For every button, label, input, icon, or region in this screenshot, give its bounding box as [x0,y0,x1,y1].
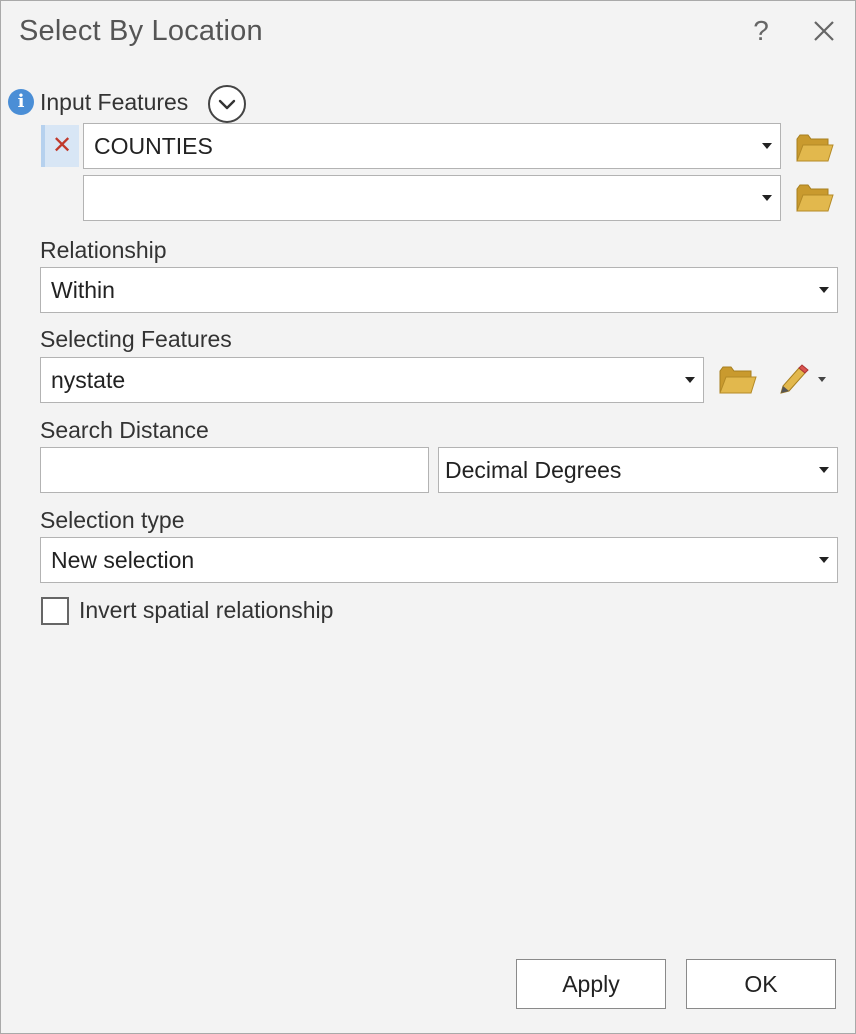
relationship-value: Within [51,276,115,303]
expand-input-features-button[interactable] [208,85,246,123]
distance-unit-select[interactable]: Decimal Degrees [438,447,838,493]
selecting-features-value: nystate [51,366,126,393]
select-by-location-dialog: Select By Location ? i Input Features ✕ … [0,0,856,1034]
chevron-down-icon [819,557,829,563]
chevron-down-icon [762,195,772,201]
help-button[interactable]: ? [747,13,775,49]
selecting-features-combo[interactable]: nystate [40,357,704,403]
distance-unit-value: Decimal Degrees [445,456,622,483]
pencil-icon[interactable] [777,363,827,397]
input-features-label: Input Features [40,89,189,115]
remove-input-row-button[interactable]: ✕ [41,125,79,167]
selection-type-value: New selection [51,546,195,573]
folder-icon[interactable] [796,183,834,213]
invert-checkbox[interactable] [41,597,69,625]
input-features-combo-2[interactable] [83,175,781,221]
dialog-title: Select By Location [19,15,263,47]
chevron-down-icon [685,377,695,383]
folder-icon[interactable] [796,133,834,163]
selection-type-select[interactable]: New selection [40,537,838,583]
input-features-combo-1[interactable]: COUNTIES [83,123,781,169]
input-features-value-1: COUNTIES [94,132,213,159]
close-icon [814,21,834,41]
chevron-down-icon [762,143,772,149]
chevron-down-icon [819,467,829,473]
selecting-features-label: Selecting Features [40,326,232,352]
remove-icon: ✕ [51,132,73,159]
chevron-down-icon [218,99,236,110]
info-icon[interactable]: i [8,89,34,115]
close-button[interactable] [807,13,841,49]
relationship-label: Relationship [40,237,167,263]
search-distance-input[interactable] [40,447,429,493]
folder-icon[interactable] [719,365,757,395]
chevron-down-icon [818,377,826,382]
invert-label: Invert spatial relationship [79,597,334,623]
relationship-select[interactable]: Within [40,267,838,313]
chevron-down-icon [819,287,829,293]
apply-button[interactable]: Apply [516,959,666,1009]
ok-button[interactable]: OK [686,959,836,1009]
search-distance-label: Search Distance [40,417,209,443]
selection-type-label: Selection type [40,507,185,533]
